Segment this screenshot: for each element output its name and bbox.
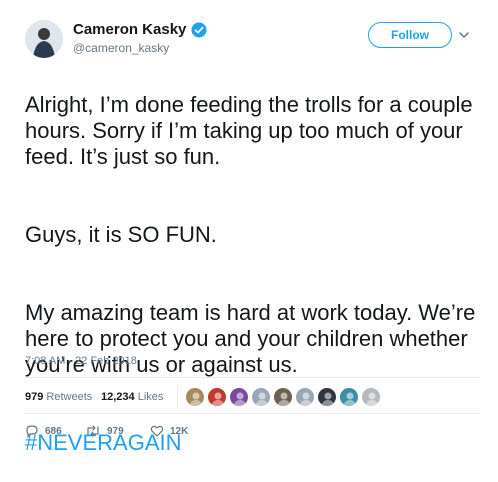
- liker-avatar[interactable]: [317, 387, 337, 407]
- author-avatar[interactable]: [25, 20, 63, 58]
- liker-avatar[interactable]: [207, 387, 227, 407]
- liker-avatar[interactable]: [295, 387, 315, 407]
- retweet-icon: [87, 425, 99, 437]
- reply-button[interactable]: 686: [25, 424, 62, 438]
- retweets-count: 979: [25, 391, 44, 403]
- liker-avatar[interactable]: [339, 387, 359, 407]
- stats-separator: [177, 385, 178, 409]
- author-handle[interactable]: @cameron_kasky: [73, 41, 169, 55]
- follow-button[interactable]: Follow: [368, 22, 452, 48]
- liker-avatar[interactable]: [229, 387, 249, 407]
- tweet-header: Cameron Kasky @cameron_kasky Follow: [25, 16, 485, 60]
- retweets-stat[interactable]: 979 Retweets: [25, 391, 92, 403]
- heart-icon: [150, 425, 164, 437]
- tweet-paragraph: Alright, I’m done feeding the trolls for…: [25, 92, 473, 169]
- retweet-button[interactable]: 979: [85, 424, 124, 438]
- tweet-stats: 979 Retweets 12,234 Likes: [25, 385, 485, 411]
- retweets-label: Retweets: [46, 391, 93, 403]
- tweet-text: Alright, I’m done feeding the trolls for…: [25, 66, 480, 482]
- tweet-timestamp[interactable]: 7:08 AM - 22 Feb 2018: [25, 355, 137, 367]
- divider: [25, 377, 480, 378]
- verified-badge-icon: [191, 22, 207, 38]
- like-count: 12K: [170, 425, 189, 437]
- reply-icon: [26, 425, 38, 438]
- liker-avatar[interactable]: [251, 387, 271, 407]
- likes-count: 12,234: [101, 391, 135, 403]
- retweet-count: 979: [107, 425, 124, 437]
- likes-label: Likes: [137, 391, 164, 403]
- likes-stat[interactable]: 12,234 Likes: [101, 391, 163, 403]
- author-display-name[interactable]: Cameron Kasky: [73, 21, 186, 39]
- liker-avatar[interactable]: [185, 387, 205, 407]
- liker-avatar[interactable]: [361, 387, 381, 407]
- reply-count: 686: [45, 425, 62, 437]
- tweet-actions: 686 979 12K: [25, 424, 485, 440]
- divider: [25, 413, 480, 414]
- tweet-paragraph: Guys, it is SO FUN.: [25, 222, 217, 247]
- chevron-down-icon[interactable]: [457, 28, 471, 42]
- like-button[interactable]: 12K: [150, 424, 188, 438]
- liker-avatar[interactable]: [273, 387, 293, 407]
